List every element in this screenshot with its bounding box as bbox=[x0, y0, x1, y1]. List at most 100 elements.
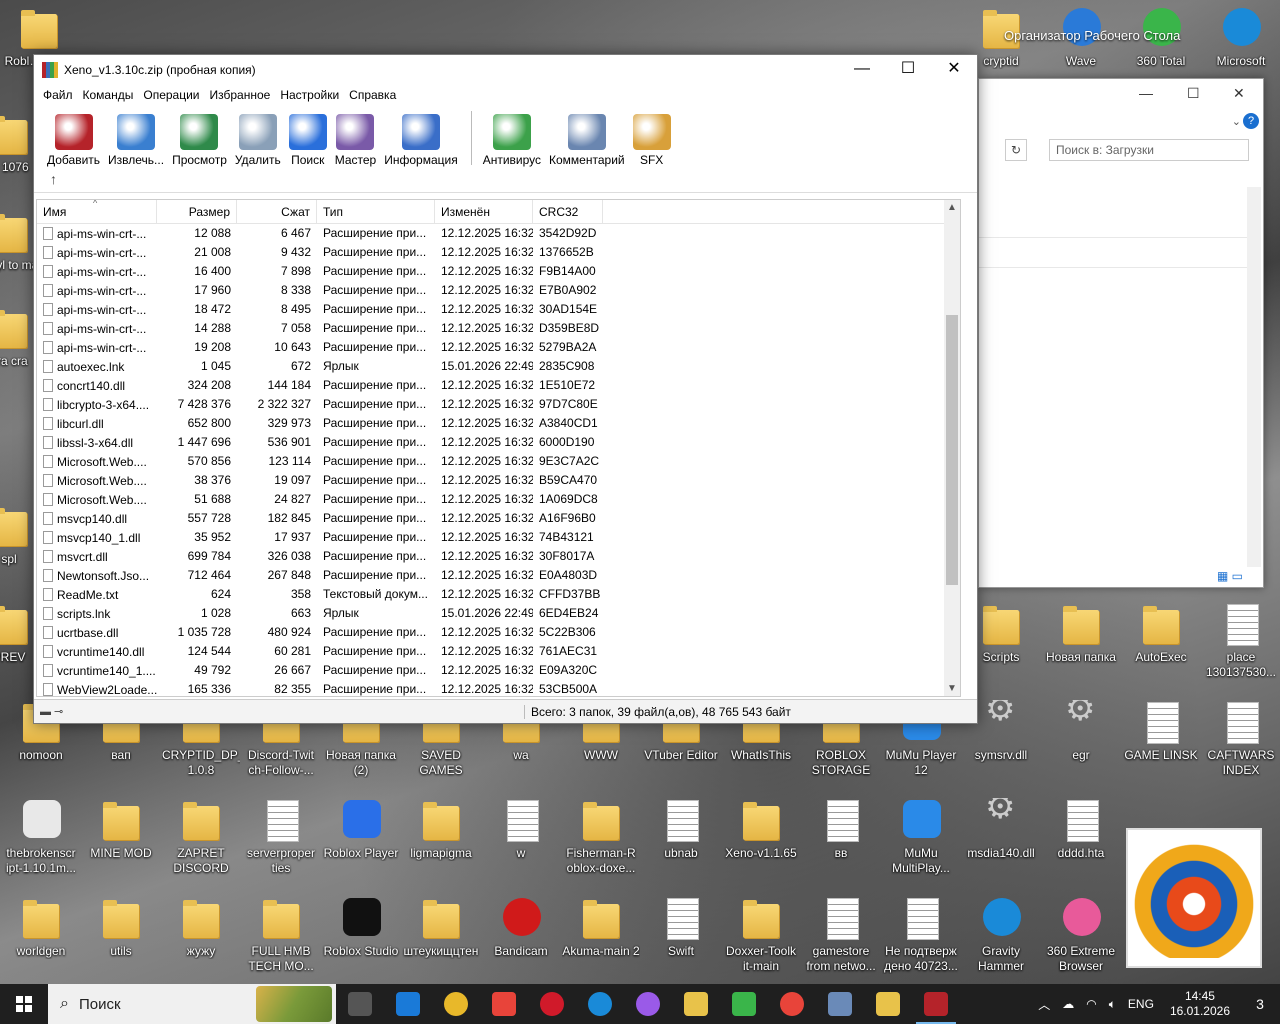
explorer-window[interactable]: — ☐ ✕ ⌄ ? ↻ Поиск в: Загрузки ▦ ▭ bbox=[978, 78, 1264, 588]
taskbar-app[interactable] bbox=[672, 984, 720, 1024]
table-row[interactable]: msvcp140_1.dll 35 952 17 937 Расширение при… bbox=[37, 528, 960, 547]
chevron-down-icon[interactable]: ⌄ bbox=[1232, 115, 1241, 128]
desktop-icon[interactable]: MuMu MultiPlay... bbox=[882, 798, 960, 876]
taskbar-app[interactable] bbox=[480, 984, 528, 1024]
desktop-icon[interactable]: thebrokenscr ipt-1.10.1m... bbox=[2, 798, 80, 876]
clock[interactable]: 14:45 16.01.2026 bbox=[1160, 989, 1240, 1019]
desktop-icon[interactable]: ubnab bbox=[642, 798, 720, 861]
table-row[interactable]: libcrypto-3-x64.... 7 428 376 2 322 327 Рас… bbox=[37, 395, 960, 414]
desktop-icon[interactable]: Akuma-main 2 bbox=[562, 896, 640, 959]
image-thumbnail[interactable] bbox=[1126, 828, 1262, 968]
desktop-icon[interactable]: ZAPRET DISCORD bbox=[162, 798, 240, 876]
taskbar-app[interactable] bbox=[432, 984, 480, 1024]
toolbar-button[interactable]: Извлечь... bbox=[105, 114, 167, 167]
table-row[interactable]: api-ms-win-crt-... 18 472 8 495 Расширение … bbox=[37, 300, 960, 319]
column-header-modified[interactable]: Изменён bbox=[435, 200, 533, 223]
menu-item[interactable]: Избранное bbox=[205, 88, 276, 102]
taskbar-app[interactable] bbox=[768, 984, 816, 1024]
table-row[interactable]: api-ms-win-crt-... 21 008 9 432 Расширение … bbox=[37, 243, 960, 262]
table-row[interactable]: api-ms-win-crt-... 16 400 7 898 Расширение … bbox=[37, 262, 960, 281]
explorer-search-input[interactable]: Поиск в: Загрузки bbox=[1049, 139, 1249, 161]
taskbar-app[interactable] bbox=[864, 984, 912, 1024]
toolbar-button[interactable]: Добавить bbox=[44, 114, 103, 167]
desktop-icon[interactable]: gamestore from netwo... bbox=[802, 896, 880, 974]
table-row[interactable]: vcruntime140_1.... 49 792 26 667 Расширение… bbox=[37, 661, 960, 680]
table-row[interactable]: Newtonsoft.Jso... 712 464 267 848 Расширени… bbox=[37, 566, 960, 585]
scroll-up-icon[interactable]: ▲ bbox=[947, 202, 957, 213]
volume-icon[interactable]: 🔈︎ bbox=[1103, 997, 1122, 1012]
desktop-icon[interactable]: Не подтверж дено 40723... bbox=[882, 896, 960, 974]
desktop-icon[interactable]: жужу bbox=[162, 896, 240, 959]
table-row[interactable]: Microsoft.Web.... 51 688 24 827 Расширение … bbox=[37, 490, 960, 509]
desktop-icon[interactable]: utils bbox=[82, 896, 160, 959]
table-row[interactable]: autoexec.lnk 1 045 672 Ярлык 15.01.2026 22:4… bbox=[37, 357, 960, 376]
winrar-window[interactable]: Xeno_v1.3.10c.zip (пробная копия) — ☐ ✕ … bbox=[33, 54, 978, 724]
table-row[interactable]: libcurl.dll 652 800 329 973 Расширение при.… bbox=[37, 414, 960, 433]
toolbar-button[interactable]: Информация bbox=[381, 114, 460, 167]
desktop-icon[interactable]: FULL HMB TECH MO... bbox=[242, 896, 320, 974]
table-row[interactable]: msvcp140.dll 557 728 182 845 Расширение при… bbox=[37, 509, 960, 528]
table-row[interactable]: Microsoft.Web.... 38 376 19 097 Расширение … bbox=[37, 471, 960, 490]
desktop-icon[interactable]: worldgen bbox=[2, 896, 80, 959]
desktop-icon[interactable]: AutoExec bbox=[1122, 602, 1200, 665]
table-row[interactable]: api-ms-win-crt-... 19 208 10 643 Расширение… bbox=[37, 338, 960, 357]
desktop-icon[interactable]: serverproper ties bbox=[242, 798, 320, 876]
wifi-icon[interactable]: ◠ bbox=[1080, 997, 1102, 1011]
language-indicator[interactable]: ENG bbox=[1122, 997, 1160, 1011]
toolbar-button[interactable]: Поиск bbox=[286, 114, 330, 167]
taskbar-app[interactable] bbox=[720, 984, 768, 1024]
table-row[interactable]: api-ms-win-crt-... 17 960 8 338 Расширение … bbox=[37, 281, 960, 300]
desktop-icon[interactable]: штеукищцтен bbox=[402, 896, 480, 959]
menu-item[interactable]: Настройки bbox=[275, 88, 344, 102]
help-icon[interactable]: ? bbox=[1243, 113, 1259, 129]
close-button[interactable]: ✕ bbox=[931, 55, 977, 85]
taskbar-app[interactable] bbox=[576, 984, 624, 1024]
menu-item[interactable]: Операции bbox=[138, 88, 204, 102]
table-row[interactable]: api-ms-win-crt-... 12 088 6 467 Расширение … bbox=[37, 224, 960, 243]
table-row[interactable]: msvcrt.dll 699 784 326 038 Расширение при..… bbox=[37, 547, 960, 566]
maximize-button[interactable]: ☐ bbox=[885, 55, 931, 85]
column-header-packed[interactable]: Сжат bbox=[237, 200, 317, 223]
menu-item[interactable]: Команды bbox=[78, 88, 139, 102]
up-arrow-icon[interactable]: ↑ bbox=[50, 171, 57, 187]
desktop-icon[interactable]: Swift bbox=[642, 896, 720, 959]
minimize-icon[interactable]: — bbox=[1139, 85, 1153, 101]
notifications-button[interactable]: 3 bbox=[1240, 996, 1280, 1012]
desktop-icon[interactable]: Roblox Player bbox=[322, 798, 400, 861]
toolbar-button[interactable]: Удалить bbox=[232, 114, 284, 167]
taskbar-app[interactable] bbox=[912, 984, 960, 1024]
table-row[interactable]: WebView2Loade... 165 336 82 355 Расширение … bbox=[37, 680, 960, 696]
table-row[interactable]: Microsoft.Web.... 570 856 123 114 Расширени… bbox=[37, 452, 960, 471]
scroll-down-icon[interactable]: ▼ bbox=[947, 683, 957, 694]
toolbar-button[interactable]: Мастер bbox=[332, 114, 380, 167]
taskbar-app[interactable] bbox=[816, 984, 864, 1024]
column-header-type[interactable]: Тип bbox=[317, 200, 435, 223]
scrollbar-thumb[interactable] bbox=[946, 315, 958, 585]
taskbar-app[interactable] bbox=[624, 984, 672, 1024]
taskbar-search[interactable]: ⌕ Поиск bbox=[48, 984, 336, 1024]
table-row[interactable]: api-ms-win-crt-... 14 288 7 058 Расширение … bbox=[37, 319, 960, 338]
table-row[interactable]: concrt140.dll 324 208 144 184 Расширение пр… bbox=[37, 376, 960, 395]
menu-item[interactable]: Файл bbox=[38, 88, 78, 102]
file-list[interactable]: ^ Имя Размер Сжат Тип Изменён CRC32 api-… bbox=[36, 199, 961, 697]
minimize-button[interactable]: — bbox=[839, 55, 885, 85]
start-button[interactable] bbox=[0, 984, 48, 1024]
desktop-icon[interactable]: Doxxer-Toolk it-main bbox=[722, 896, 800, 974]
desktop-icon[interactable]: вв bbox=[802, 798, 880, 861]
table-row[interactable]: vcruntime140.dll 124 544 60 281 Расширение … bbox=[37, 642, 960, 661]
desktop-icon[interactable]: Новая папка bbox=[1042, 602, 1120, 665]
table-row[interactable]: libssl-3-x64.dll 1 447 696 536 901 Расширен… bbox=[37, 433, 960, 452]
network-icon[interactable]: ☁ bbox=[1056, 997, 1080, 1011]
desktop-icon[interactable]: Bandicam bbox=[482, 896, 560, 959]
window-titlebar[interactable]: Xeno_v1.3.10c.zip (пробная копия) — ☐ ✕ bbox=[34, 55, 977, 85]
table-row[interactable]: ReadMe.txt 624 358 Текстовый докум... 12.12.… bbox=[37, 585, 960, 604]
desktop-icon[interactable]: CAFTWARS INDEX bbox=[1202, 700, 1280, 778]
table-row[interactable]: scripts.lnk 1 028 663 Ярлык 15.01.2026 22:49… bbox=[37, 604, 960, 623]
desktop-icon[interactable]: GAME LINSK bbox=[1122, 700, 1200, 763]
desktop-icon[interactable]: ligmapigma bbox=[402, 798, 480, 861]
maximize-icon[interactable]: ☐ bbox=[1187, 85, 1200, 102]
table-row[interactable]: ucrtbase.dll 1 035 728 480 924 Расширение п… bbox=[37, 623, 960, 642]
toolbar-button[interactable]: Просмотр bbox=[169, 114, 230, 167]
taskbar-app[interactable] bbox=[336, 984, 384, 1024]
desktop-icon[interactable]: Gravity Hammer bbox=[962, 896, 1040, 974]
